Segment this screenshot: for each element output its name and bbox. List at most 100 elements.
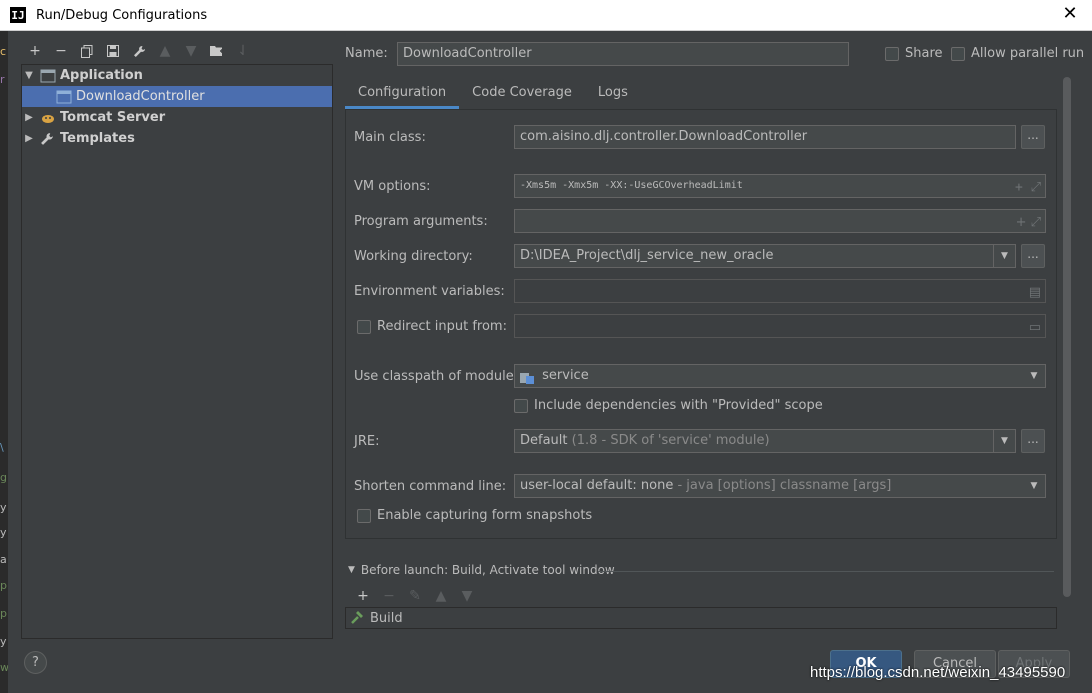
folder-add-icon[interactable] — [204, 41, 230, 61]
collapse-arrow-icon[interactable]: ▶ — [22, 112, 36, 123]
window-title: Run/Debug Configurations — [36, 7, 208, 23]
include-dependencies-label: Include dependencies with "Provided" sco… — [534, 398, 823, 413]
copy-icon[interactable] — [74, 41, 100, 61]
module-icon — [520, 370, 534, 384]
intellij-icon: IJ — [10, 7, 26, 23]
jre-value: Default — [520, 433, 568, 448]
title-bar: IJ Run/Debug Configurations ✕ — [0, 0, 1092, 31]
sort-icon[interactable]: ⇃ — [230, 41, 256, 61]
folder-icon[interactable]: ▭ — [1029, 317, 1041, 337]
tab-code-coverage[interactable]: Code Coverage — [459, 79, 585, 109]
share-option[interactable]: Share — [885, 46, 943, 61]
chevron-down-icon[interactable]: ▼ — [993, 245, 1015, 267]
expand-icon[interactable]: + ⤢ — [1015, 177, 1041, 197]
jre-detail: (1.8 - SDK of 'service' module) — [571, 433, 770, 448]
vm-options-value: -Xms5m -Xmx5m -XX:-UseGCOverheadLimit — [520, 180, 743, 191]
jre-combo[interactable]: Default (1.8 - SDK of 'service' module) … — [514, 429, 1016, 453]
arrow-down-icon[interactable]: ▼ — [178, 41, 204, 61]
jre-browse-button[interactable]: ... — [1021, 429, 1045, 453]
add-icon[interactable]: + — [350, 586, 376, 606]
name-input[interactable]: DownloadController — [397, 42, 849, 66]
watermark: https://blog.csdn.net/weixin_43495590 — [810, 664, 1066, 681]
include-dependencies-option[interactable]: Include dependencies with "Provided" sco… — [514, 398, 823, 413]
parallel-label: Allow parallel run — [971, 46, 1085, 61]
arrow-up-icon[interactable]: ▲ — [152, 41, 178, 61]
program-arguments-label: Program arguments: — [354, 214, 488, 229]
tomcat-icon — [40, 111, 56, 125]
before-launch-list: Build — [345, 607, 1057, 629]
parallel-option[interactable]: Allow parallel run — [951, 46, 1084, 61]
program-arguments-input[interactable]: + ⤢ — [514, 209, 1046, 233]
jre-label: JRE: — [354, 434, 380, 449]
class-icon — [56, 90, 72, 104]
document-icon[interactable]: ▤ — [1029, 282, 1041, 302]
main-class-input[interactable]: com.aisino.dlj.controller.DownloadContro… — [514, 125, 1016, 149]
classpath-module-value: service — [542, 368, 589, 383]
redirect-input-checkbox[interactable] — [357, 319, 371, 334]
working-directory-browse-button[interactable]: ... — [1021, 244, 1045, 268]
tab-logs[interactable]: Logs — [585, 79, 641, 109]
include-dependencies-checkbox[interactable] — [514, 398, 528, 413]
application-icon — [40, 69, 56, 83]
tree-node-downloadcontroller[interactable]: DownloadController — [22, 86, 332, 107]
tree-node-label: Templates — [60, 131, 135, 146]
environment-variables-input[interactable]: ▤ — [514, 279, 1046, 303]
parallel-checkbox[interactable] — [951, 46, 965, 61]
config-tree: ▼ Application DownloadController ▶ Tomca… — [21, 64, 333, 639]
tree-node-application[interactable]: ▼ Application — [22, 65, 332, 86]
close-icon[interactable]: ✕ — [1060, 4, 1080, 24]
chevron-down-icon[interactable]: ▼ — [348, 565, 355, 575]
shorten-command-line-value: user-local default: none — [520, 478, 674, 493]
expand-icon[interactable]: + ⤢ — [1016, 212, 1041, 232]
tree-node-tomcat-server[interactable]: ▶ Tomcat Server — [22, 107, 332, 128]
wrench-icon[interactable] — [126, 41, 152, 61]
working-directory-combo[interactable]: D:\IDEA_Project\dlj_service_new_oracle ▼ — [514, 244, 1016, 268]
redirect-input-option[interactable]: Redirect input from: — [357, 319, 507, 334]
snapshots-checkbox[interactable] — [357, 508, 371, 523]
chevron-down-icon[interactable]: ▼ — [1023, 475, 1045, 497]
main-class-label: Main class: — [354, 130, 426, 145]
before-launch-toolbar: + − ✎ ▲ ▼ — [350, 586, 480, 606]
before-launch-header[interactable]: ▼ Before launch: Build, Activate tool wi… — [348, 563, 615, 577]
scrollbar[interactable] — [1063, 77, 1071, 597]
before-launch-item-build[interactable]: Build — [370, 611, 403, 626]
remove-icon[interactable]: − — [376, 586, 402, 606]
snapshots-label: Enable capturing form snapshots — [377, 508, 593, 523]
redirect-input-field[interactable]: ▭ — [514, 314, 1046, 338]
background-window-strip: c r \ g y y a p p y w — [0, 31, 8, 693]
edit-icon[interactable]: ✎ — [402, 586, 428, 606]
arrow-up-icon[interactable]: ▲ — [428, 586, 454, 606]
expand-arrow-icon[interactable]: ▼ — [22, 70, 36, 81]
add-icon[interactable]: + — [22, 41, 48, 61]
chevron-down-icon[interactable]: ▼ — [993, 430, 1015, 452]
classpath-module-label: Use classpath of module: — [354, 369, 519, 384]
shorten-command-line-detail: - java [options] classname [args] — [677, 478, 892, 493]
share-checkbox[interactable] — [885, 46, 899, 61]
tree-node-label: Application — [60, 68, 143, 83]
classpath-module-combo[interactable]: service ▼ — [514, 364, 1046, 388]
before-launch-divider — [598, 571, 1054, 572]
hammer-icon — [350, 611, 364, 625]
share-label: Share — [905, 46, 943, 61]
shorten-command-line-label: Shorten command line: — [354, 479, 507, 494]
vm-options-label: VM options: — [354, 179, 431, 194]
snapshots-option[interactable]: Enable capturing form snapshots — [357, 508, 592, 523]
arrow-down-icon[interactable]: ▼ — [454, 586, 480, 606]
before-launch-label: Before launch: Build, Activate tool wind… — [360, 563, 615, 577]
tree-node-label: Tomcat Server — [60, 110, 166, 125]
tab-bar: Configuration Code Coverage Logs — [345, 79, 641, 109]
shorten-command-line-combo[interactable]: user-local default: none - java [options… — [514, 474, 1046, 498]
vm-options-input[interactable]: -Xms5m -Xmx5m -XX:-UseGCOverheadLimit + … — [514, 174, 1046, 198]
remove-icon[interactable]: − — [48, 41, 74, 61]
save-icon[interactable] — [100, 41, 126, 61]
collapse-arrow-icon[interactable]: ▶ — [22, 133, 36, 144]
wrench-icon — [40, 132, 56, 146]
chevron-down-icon[interactable]: ▼ — [1023, 365, 1045, 387]
redirect-input-label: Redirect input from: — [377, 319, 507, 334]
main-class-browse-button[interactable]: ... — [1021, 125, 1045, 149]
tree-node-templates[interactable]: ▶ Templates — [22, 128, 332, 149]
name-label: Name: — [345, 46, 388, 61]
help-button[interactable]: ? — [24, 651, 47, 674]
working-directory-value: D:\IDEA_Project\dlj_service_new_oracle — [520, 248, 774, 263]
tab-configuration[interactable]: Configuration — [345, 79, 460, 109]
